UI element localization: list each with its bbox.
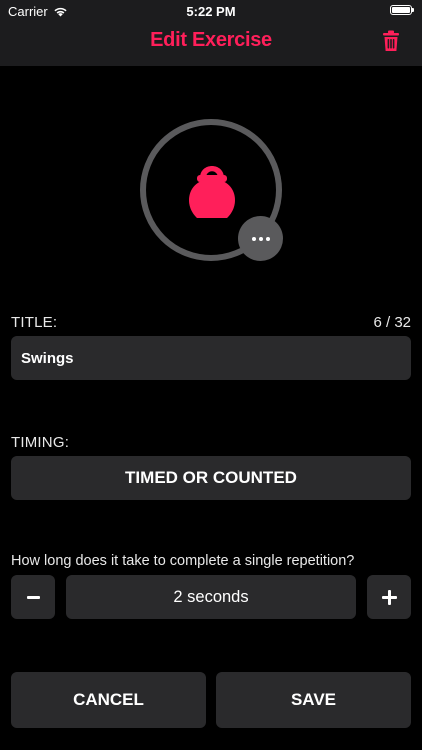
repetition-question: How long does it take to complete a sing… — [11, 553, 355, 569]
page-title: Edit Exercise — [150, 29, 272, 51]
status-time: 5:22 PM — [186, 4, 236, 19]
more-options-button[interactable] — [238, 216, 283, 261]
cancel-button[interactable]: CANCEL — [11, 672, 206, 728]
battery-icon — [390, 5, 414, 15]
ellipsis-icon — [251, 236, 270, 241]
title-label: TITLE: — [11, 314, 58, 331]
timing-mode-button[interactable]: TIMED OR COUNTED — [11, 456, 411, 500]
edit-exercise-screen: Carrier 5:22 PM Edit Exercise TITLE: 6 /… — [0, 0, 422, 750]
minus-icon — [26, 595, 40, 599]
title-character-counter: 6 / 32 — [373, 314, 411, 331]
plus-icon — [381, 589, 397, 605]
save-button[interactable]: SAVE — [216, 672, 411, 728]
repetition-duration-value: 2 seconds — [66, 575, 356, 619]
title-field-container — [11, 336, 411, 380]
kettlebell-icon — [189, 166, 235, 218]
status-bar: Carrier 5:22 PM — [0, 0, 422, 22]
increment-button[interactable] — [367, 575, 411, 619]
decrement-button[interactable] — [11, 575, 55, 619]
top-bar: Carrier 5:22 PM Edit Exercise — [0, 0, 422, 66]
battery-fill — [392, 7, 410, 13]
title-input[interactable] — [11, 336, 411, 380]
timing-label: TIMING: — [11, 434, 70, 451]
trash-icon[interactable] — [380, 30, 402, 52]
